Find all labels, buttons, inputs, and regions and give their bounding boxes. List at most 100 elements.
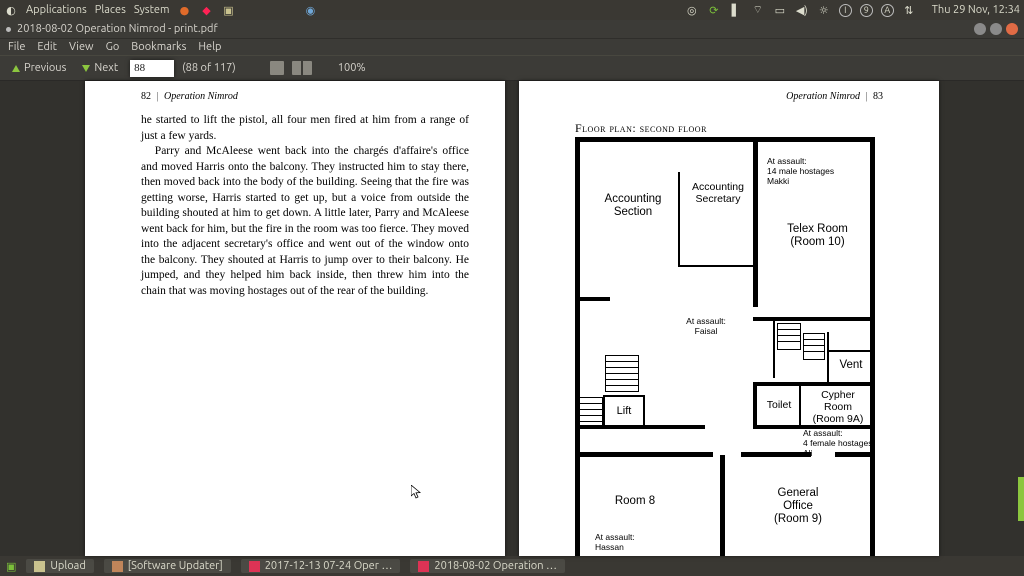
page-number-input[interactable]: [130, 60, 174, 77]
volume-icon[interactable]: ◀): [795, 3, 809, 17]
wall: [753, 317, 875, 321]
menu-go[interactable]: Go: [106, 41, 120, 53]
network-icon[interactable]: ⇅: [902, 3, 916, 17]
task-label: Upload: [50, 560, 85, 572]
files-icon[interactable]: ▣: [221, 3, 235, 17]
menu-bookmarks[interactable]: Bookmarks: [131, 41, 186, 53]
paragraph: he started to lift the pistol, all four …: [141, 113, 469, 144]
room-label: Room 8: [595, 495, 675, 508]
window-title: 2018-08-02 Operation Nimrod - print.pdf: [17, 23, 218, 35]
view-single-icon[interactable]: [270, 61, 284, 75]
window-close-button[interactable]: [1006, 23, 1018, 35]
stairs-icon: [605, 355, 639, 391]
room-label: AccountingSection: [593, 193, 673, 219]
room-label: Lift: [609, 405, 639, 418]
task-label: 2018-08-02 Operation …: [434, 560, 557, 572]
sync-icon[interactable]: ⟳: [707, 3, 721, 17]
gnome-bottom-panel: ▣ Upload [Software Updater] 2017-12-13 0…: [0, 556, 1024, 576]
wall: [827, 350, 873, 352]
page-header-right: Operation Nimrod | 83: [786, 91, 883, 102]
show-desktop-icon[interactable]: ▣: [6, 560, 16, 573]
document-viewport[interactable]: 82 | Operation Nimrod he started to lift…: [0, 81, 1024, 556]
page-body-text: he started to lift the pistol, all four …: [141, 113, 469, 299]
indicator-a-icon[interactable]: A: [881, 4, 894, 17]
drive-icon[interactable]: ▌: [729, 3, 743, 17]
page-header-left: 82 | Operation Nimrod: [141, 91, 238, 102]
room-label: Vent: [833, 359, 869, 372]
menubar: File Edit View Go Bookmarks Help: [0, 38, 1024, 55]
brave-icon[interactable]: ◆: [199, 3, 213, 17]
wall-dashed: [757, 140, 871, 141]
window-maximize-button[interactable]: [990, 23, 1002, 35]
zoom-label[interactable]: 100%: [338, 62, 366, 74]
page-left: 82 | Operation Nimrod he started to lift…: [85, 81, 505, 556]
room-label: CypherRoom(Room 9A): [803, 389, 873, 425]
arrow-up-icon: [12, 65, 20, 72]
task-software-updater[interactable]: [Software Updater]: [104, 559, 231, 573]
wall: [643, 395, 645, 429]
location-icon[interactable]: ◎: [685, 3, 699, 17]
previous-label: Previous: [24, 62, 66, 74]
indicator-i-icon[interactable]: I: [839, 4, 852, 17]
updater-icon: [112, 561, 123, 572]
room-label: GeneralOffice(Room 9): [753, 487, 843, 527]
clock[interactable]: Thu 29 Nov, 12:34: [932, 4, 1020, 16]
toolbar: Previous Next (88 of 117) 100%: [0, 55, 1024, 81]
menu-applications[interactable]: Applications: [26, 4, 87, 16]
window-titlebar[interactable]: 2018-08-02 Operation Nimrod - print.pdf: [0, 20, 1024, 38]
task-pdf-1[interactable]: 2017-12-13 07-24 Oper …: [241, 559, 401, 573]
task-label: [Software Updater]: [128, 560, 223, 572]
wall: [753, 382, 875, 386]
indicator-9-icon[interactable]: 9: [860, 4, 873, 17]
room-label: Toilet: [759, 399, 799, 411]
wifi-icon[interactable]: ⌔: [751, 3, 765, 17]
stairs-icon: [777, 323, 801, 349]
page-right: Operation Nimrod | 83 Floor plan: second…: [519, 81, 939, 556]
room-label: Telex Room(Room 10): [770, 223, 865, 249]
task-upload[interactable]: Upload: [26, 559, 93, 573]
brightness-icon[interactable]: ☼: [817, 3, 831, 17]
header-sep: |: [865, 91, 867, 102]
gnome-top-panel: ◐ Applications Places System ● ◆ ▣ ◉ ◎ ⟳…: [0, 0, 1024, 20]
wall: [678, 265, 755, 267]
wall: [870, 137, 875, 556]
menu-view[interactable]: View: [69, 41, 94, 53]
assault-note: At assault:14 male hostagesMakki: [767, 157, 877, 186]
pdf-icon: [418, 561, 429, 572]
wall: [678, 172, 680, 267]
window-minimize-button[interactable]: [974, 23, 986, 35]
menu-system[interactable]: System: [134, 4, 170, 16]
next-button[interactable]: Next: [78, 62, 122, 74]
app-icon[interactable]: ◉: [303, 3, 317, 17]
room-label: AccountingSecretary: [683, 181, 753, 205]
view-dual-icon[interactable]: [292, 61, 312, 75]
menu-help[interactable]: Help: [198, 41, 221, 53]
menu-file[interactable]: File: [8, 41, 25, 53]
running-title: Operation Nimrod: [164, 91, 238, 102]
wall: [799, 384, 801, 427]
floorplan-title: Floor plan: second floor: [575, 121, 707, 136]
distro-icon[interactable]: ◐: [4, 3, 18, 17]
scroll-edge-indicator: [1018, 477, 1024, 521]
floorplan: AccountingSection AccountingSecretary Te…: [575, 137, 875, 556]
previous-button[interactable]: Previous: [8, 62, 70, 74]
next-label: Next: [94, 62, 118, 74]
wall: [773, 320, 775, 378]
stairs-icon: [803, 333, 825, 359]
page-of-label: (88 of 117): [182, 62, 236, 74]
folder-icon: [34, 561, 45, 572]
wall: [753, 137, 758, 307]
battery-icon[interactable]: ▭: [773, 3, 787, 17]
wall: [753, 382, 757, 427]
door-gap: [713, 452, 741, 457]
arrow-down-icon: [82, 65, 90, 72]
wall: [575, 297, 610, 301]
pdf-icon: [249, 561, 260, 572]
menu-edit[interactable]: Edit: [37, 41, 57, 53]
menu-places[interactable]: Places: [95, 4, 126, 16]
stairs-icon: [577, 397, 603, 427]
assault-note: At assault:Faisal: [671, 317, 741, 337]
task-pdf-2[interactable]: 2018-08-02 Operation …: [410, 559, 565, 573]
firefox-icon[interactable]: ●: [177, 3, 191, 17]
wall: [575, 137, 580, 556]
